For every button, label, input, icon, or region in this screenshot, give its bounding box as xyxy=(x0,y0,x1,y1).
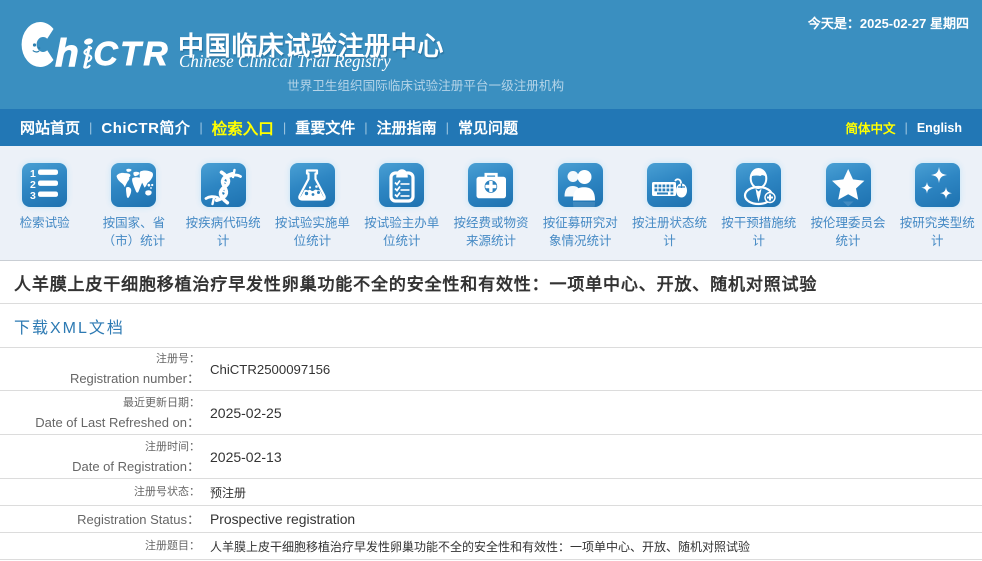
svg-text:CTR: CTR xyxy=(94,36,171,73)
svg-text:h: h xyxy=(55,33,79,76)
svg-text:3: 3 xyxy=(30,190,36,202)
